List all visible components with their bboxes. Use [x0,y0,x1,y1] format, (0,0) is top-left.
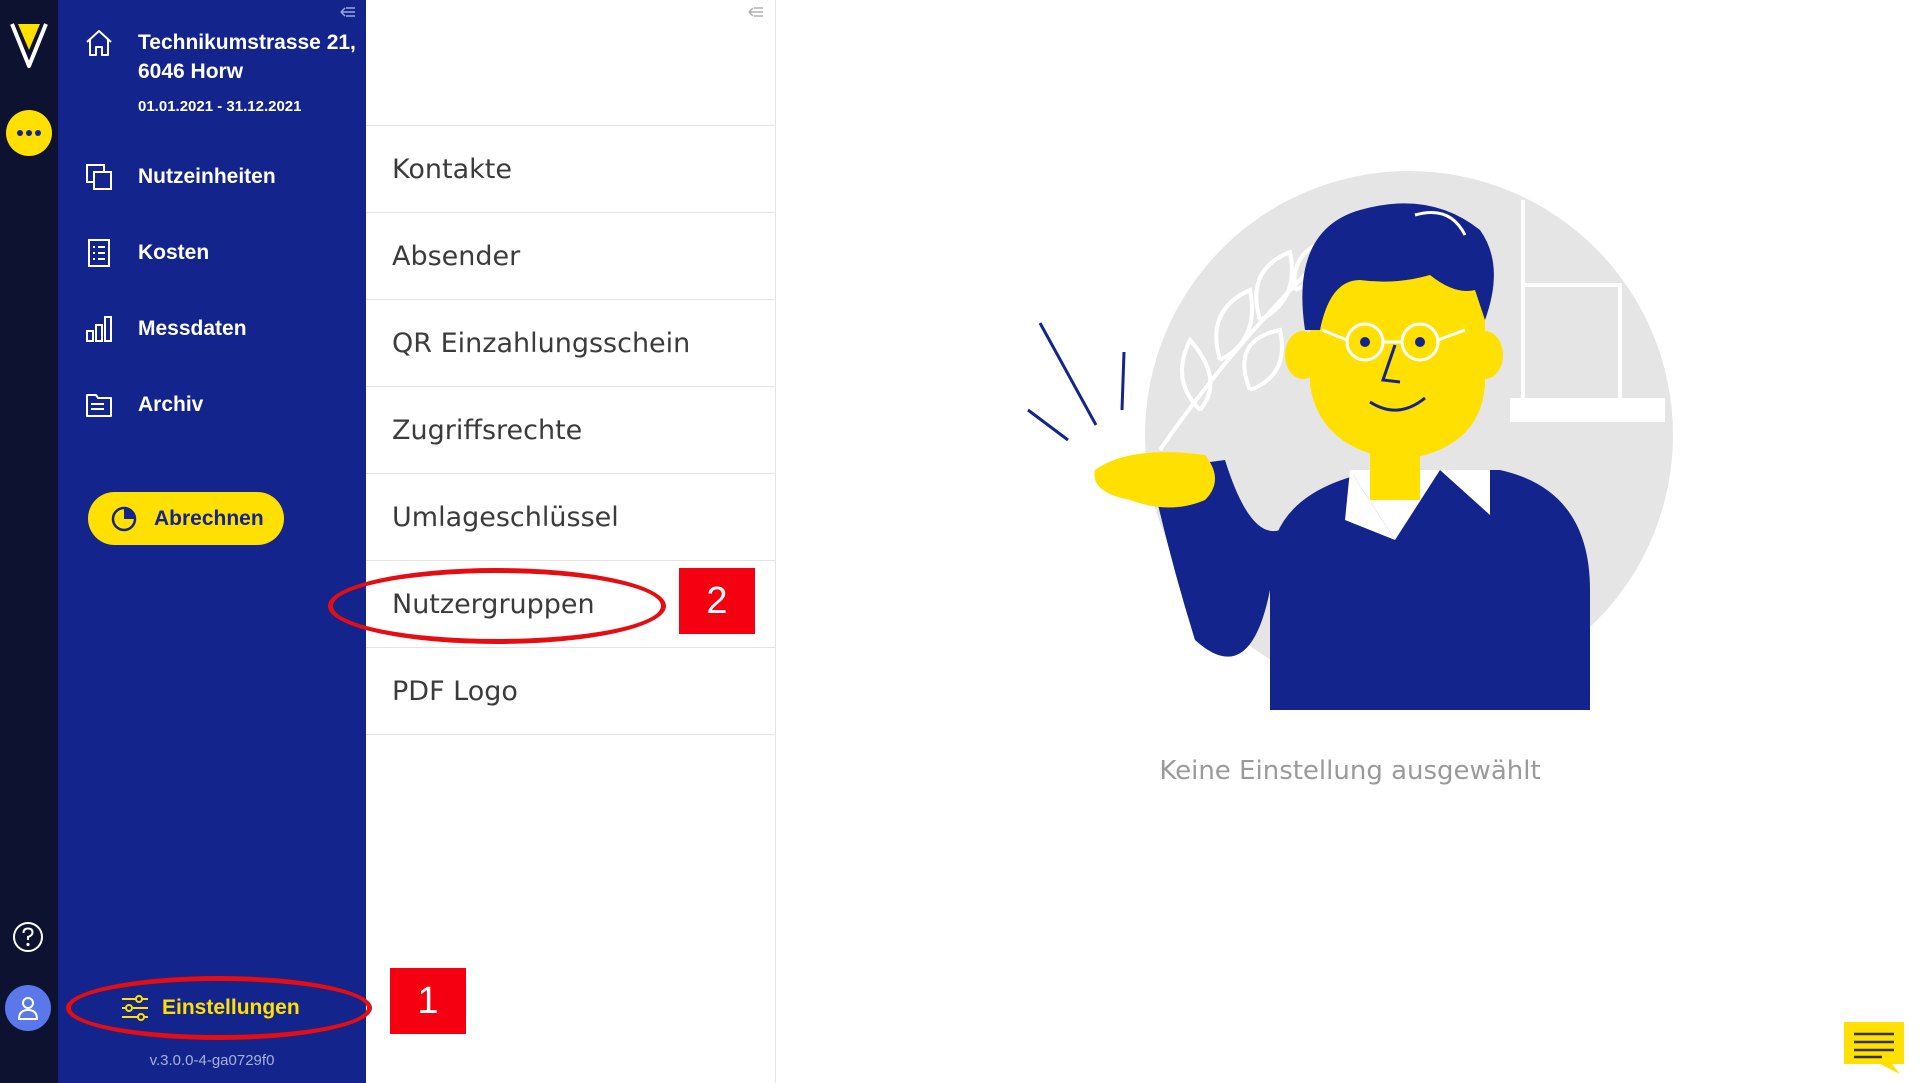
main-sidebar: Technikumstrasse 21, 6046 Horw 01.01.202… [58,0,366,1083]
empty-state-label: Keine Einstellung ausgewählt [1159,756,1541,786]
nav-item-kosten[interactable]: Kosten [84,233,344,273]
receipt-icon [88,239,110,267]
settings-item-zugriffsrechte[interactable]: Zugriffsrechte [366,386,776,474]
bar-chart-icon [86,316,112,342]
nav-item-label: Kosten [138,241,210,264]
annotation-badge-2: 2 [679,568,755,634]
property-period: 01.01.2021 - 31.12.2021 [138,98,302,115]
settings-item-pdf-logo[interactable]: PDF Logo [366,647,776,735]
copy-icon [86,164,112,190]
home-icon [86,30,112,56]
more-dots-icon [17,130,41,136]
settings-item-umlageschluessel[interactable]: Umlageschlüssel [366,473,776,561]
annotation-badge-1: 1 [390,968,466,1034]
nav-item-messdaten[interactable]: Messdaten [84,309,344,349]
nav-item-archiv[interactable]: Archiv [84,385,344,425]
einstellungen-button[interactable]: Einstellungen [120,990,300,1026]
sliders-icon [122,995,148,1021]
user-icon [17,997,39,1020]
user-avatar-button[interactable] [5,985,51,1031]
settings-item-kontakte[interactable]: Kontakte [366,125,776,213]
property-address: Technikumstrasse 21, 6046 Horw [138,31,356,83]
nav-item-nutzeinheiten[interactable]: Nutzeinheiten [84,157,344,197]
collapse-icon[interactable] [340,6,356,18]
settings-panel: Kontakte Absender QR Einzahlungsschein Z… [366,0,776,1083]
chat-icon[interactable] [1842,1020,1906,1074]
pie-chart-icon [111,506,137,531]
einstellungen-label: Einstellungen [162,996,300,1019]
help-icon[interactable] [11,920,45,954]
icon-rail [0,0,58,1083]
folder-icon [86,394,112,417]
empty-state-illustration [1027,171,1673,710]
nav-item-label: Archiv [138,393,204,416]
settings-item-absender[interactable]: Absender [366,212,776,300]
abrechnen-label: Abrechnen [154,506,264,530]
nav-item-label: Messdaten [138,317,247,340]
version-label: v.3.0.0-4-ga0729f0 [149,1052,275,1069]
abrechnen-button[interactable]: Abrechnen [88,492,284,545]
v-logo-icon[interactable] [8,20,50,72]
nav-item-label: Nutzeinheiten [138,165,276,188]
more-button[interactable] [6,110,52,156]
settings-item-qr-einzahlungsschein[interactable]: QR Einzahlungsschein [366,299,776,387]
collapse-icon[interactable] [748,6,764,18]
